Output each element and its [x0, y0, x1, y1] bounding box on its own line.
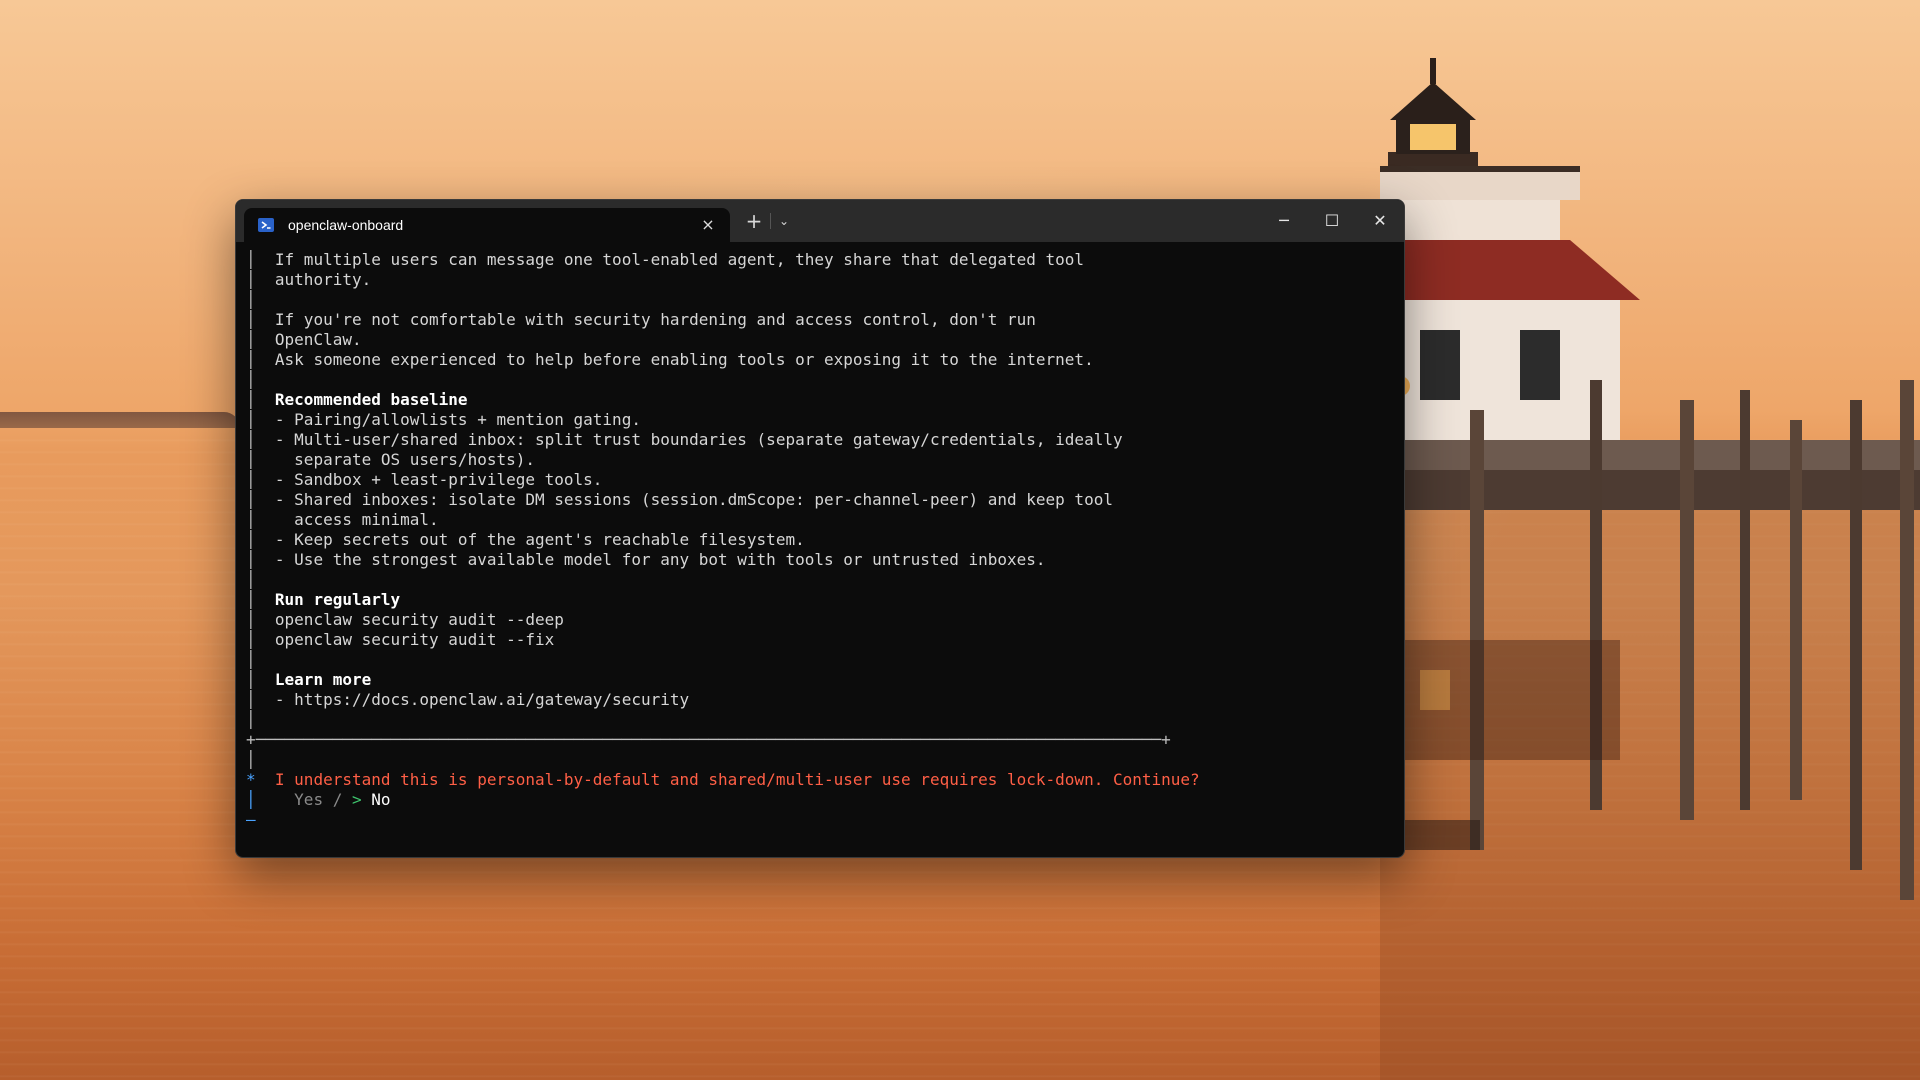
- terminal-line: │ Ask someone experienced to help before…: [246, 350, 1094, 369]
- option-no[interactable]: No: [371, 790, 390, 809]
- lighthouse-pier-scene: [1380, 40, 1920, 1080]
- terminal-line: │: [246, 370, 266, 389]
- shoreline: [0, 412, 240, 428]
- terminal-line: │ - Use the strongest available model fo…: [246, 550, 1046, 569]
- selection-cursor: >: [352, 790, 362, 809]
- close-button[interactable]: ✕: [1356, 200, 1404, 242]
- box-bottom-border: +───────────────────────────────────────…: [246, 730, 1171, 749]
- terminal-line: │: [246, 650, 266, 669]
- terminal-line: │: [246, 750, 256, 769]
- tab-label: openclaw-onboard: [288, 217, 404, 233]
- terminal-line: │ - Pairing/allowlists + mention gating.: [246, 410, 641, 429]
- terminal-line: │: [246, 570, 266, 589]
- terminal-line: │ If you're not comfortable with securit…: [246, 310, 1036, 329]
- maximize-button[interactable]: ☐: [1308, 200, 1356, 242]
- confirm-options[interactable]: │ Yes / > No: [246, 790, 1200, 810]
- minimize-button[interactable]: ─: [1260, 200, 1308, 242]
- option-yes[interactable]: Yes: [294, 790, 323, 809]
- terminal-window: openclaw-onboard × + ⌄ ─ ☐ ✕ │ If multip…: [235, 199, 1405, 858]
- new-tab-button[interactable]: +: [742, 209, 766, 233]
- terminal-line: │ - Sandbox + least-privilege tools.: [246, 470, 603, 489]
- tab-separator: [770, 213, 771, 229]
- tab-openclaw-onboard[interactable]: openclaw-onboard ×: [244, 208, 730, 242]
- terminal-output: │ If multiple users can message one tool…: [246, 250, 1200, 830]
- terminal-line: │ access minimal.: [246, 510, 439, 529]
- terminal-line: │ If multiple users can message one tool…: [246, 250, 1085, 269]
- section-heading: │ Run regularly: [246, 590, 401, 609]
- terminal-line: │ authority.: [246, 270, 372, 289]
- terminal-line: │ - Shared inboxes: isolate DM sessions …: [246, 490, 1113, 509]
- terminal-line: │ openclaw security audit --deep: [246, 610, 564, 629]
- title-bar: openclaw-onboard × + ⌄ ─ ☐ ✕: [236, 200, 1404, 242]
- prompt-end-marker: —: [246, 810, 256, 829]
- confirm-prompt: * I understand this is personal-by-defau…: [246, 770, 1200, 789]
- terminal-line: │: [246, 710, 266, 729]
- terminal-content[interactable]: │ If multiple users can message one tool…: [236, 242, 1404, 857]
- terminal-line: │ OpenClaw.: [246, 330, 362, 349]
- terminal-line: │ - Keep secrets out of the agent's reac…: [246, 530, 805, 549]
- terminal-line: │ separate OS users/hosts).: [246, 450, 535, 469]
- chevron-down-icon[interactable]: ⌄: [774, 209, 794, 233]
- terminal-line: │ - Multi-user/shared inbox: split trust…: [246, 430, 1123, 449]
- terminal-line: │: [246, 290, 266, 309]
- terminal-line: │ openclaw security audit --fix: [246, 630, 555, 649]
- terminal-link-line[interactable]: │ - https://docs.openclaw.ai/gateway/sec…: [246, 690, 1200, 710]
- tab-close-icon[interactable]: ×: [698, 215, 718, 235]
- powershell-icon: [258, 218, 274, 232]
- section-heading: │ Recommended baseline: [246, 390, 468, 409]
- section-heading: │ Learn more: [246, 670, 372, 689]
